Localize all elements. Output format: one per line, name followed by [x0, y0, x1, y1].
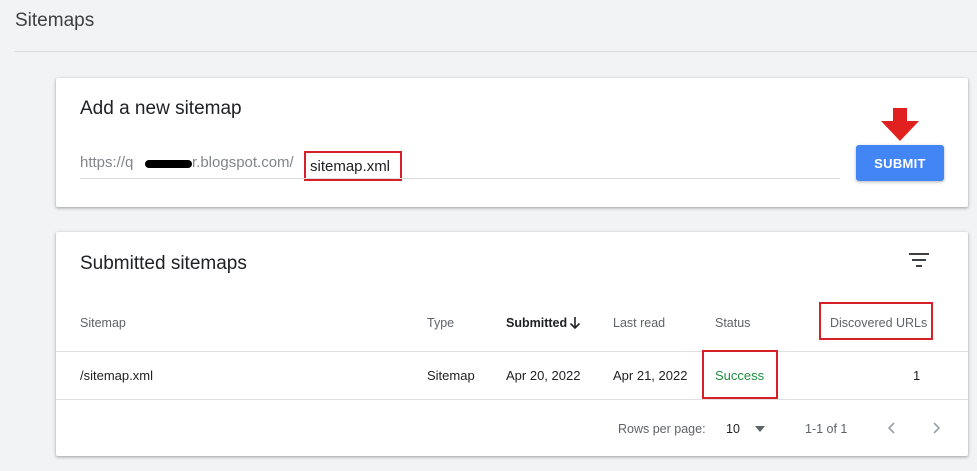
col-last-read[interactable]: Last read — [613, 316, 665, 330]
dropdown-caret-icon[interactable] — [754, 425, 766, 433]
page-title: Sitemaps — [15, 10, 95, 31]
input-underline — [80, 178, 840, 179]
redaction-mark — [145, 160, 192, 168]
filter-icon[interactable] — [908, 251, 930, 269]
cell-type: Sitemap — [427, 368, 475, 383]
cell-last-read: Apr 21, 2022 — [613, 368, 688, 383]
add-sitemap-card: Add a new sitemap https://q r.blogspot.c… — [56, 78, 968, 207]
url-prefix-end: r.blogspot.com/ — [192, 154, 294, 171]
cell-sitemap: /sitemap.xml — [80, 368, 153, 383]
submitted-sitemaps-heading: Submitted sitemaps — [80, 253, 247, 274]
rows-per-page-select[interactable]: 10 — [726, 422, 740, 436]
title-divider — [14, 51, 977, 52]
col-submitted[interactable]: Submitted — [506, 316, 567, 330]
cell-submitted: Apr 20, 2022 — [506, 368, 581, 383]
sitemap-url-input[interactable] — [304, 151, 402, 181]
header-divider — [56, 351, 968, 352]
cell-discovered-urls: 1 — [913, 368, 921, 383]
col-type[interactable]: Type — [427, 316, 454, 330]
col-sitemap[interactable]: Sitemap — [80, 316, 126, 330]
url-prefix-start: https://q — [80, 154, 134, 171]
pagination-range: 1-1 of 1 — [805, 422, 848, 436]
status-highlight — [702, 350, 778, 399]
row-divider — [56, 399, 968, 400]
red-arrow-down-icon — [881, 108, 919, 141]
arrow-down-sort-icon[interactable] — [568, 316, 582, 330]
submit-button[interactable]: SUBMIT — [856, 145, 944, 181]
rows-per-page-label: Rows per page: — [618, 422, 706, 436]
discovered-urls-highlight — [819, 302, 933, 340]
chevron-right-icon[interactable] — [926, 418, 946, 438]
add-sitemap-heading: Add a new sitemap — [80, 98, 242, 119]
submitted-sitemaps-card: Submitted sitemaps Sitemap Type Submitte… — [56, 232, 968, 456]
chevron-left-icon[interactable] — [882, 418, 902, 438]
col-status[interactable]: Status — [715, 316, 750, 330]
